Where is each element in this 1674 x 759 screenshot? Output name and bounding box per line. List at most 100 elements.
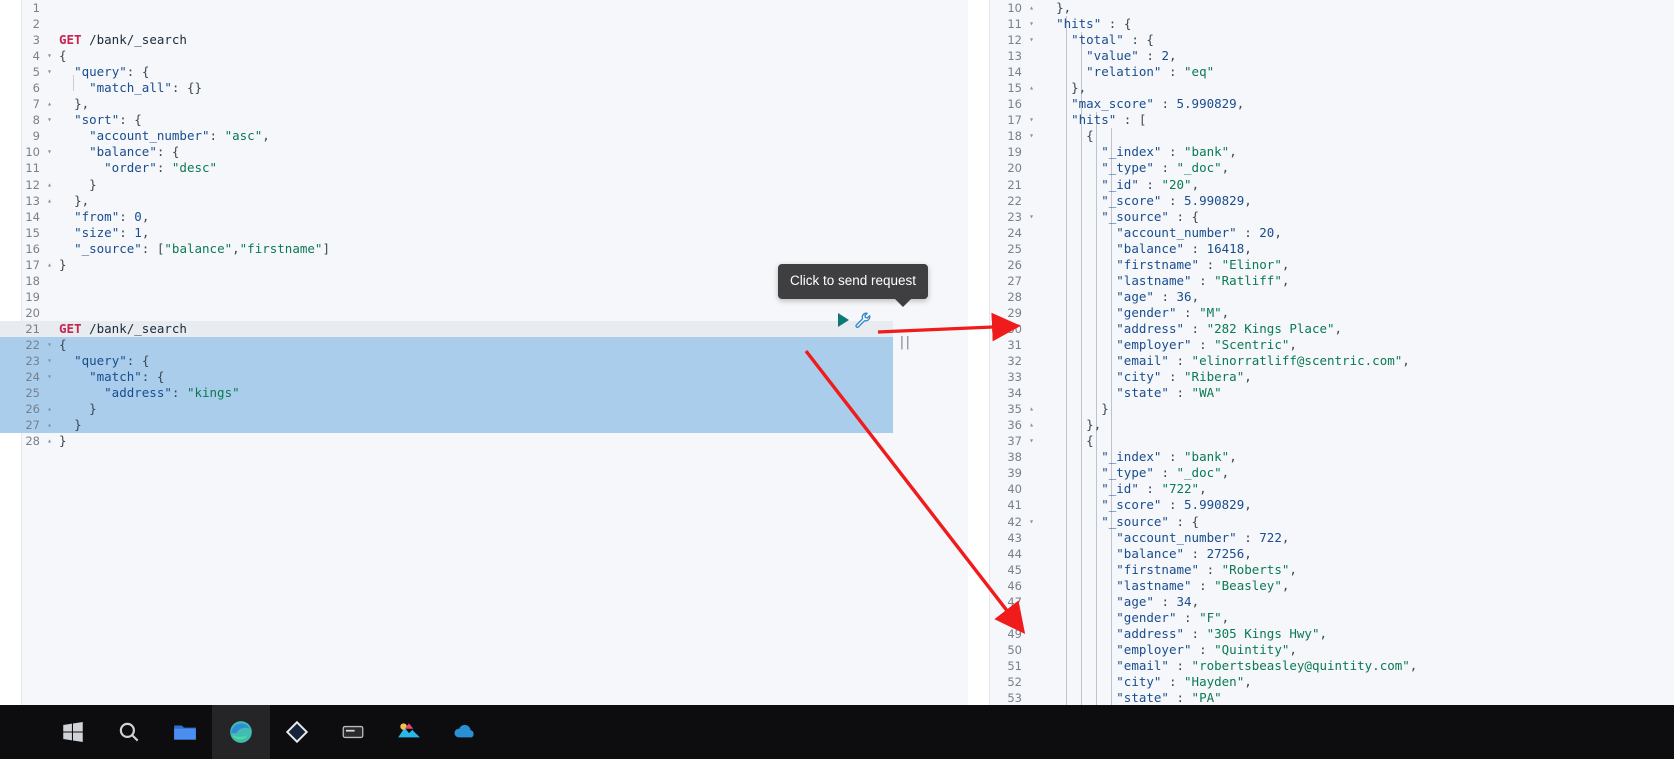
taskbar-file-explorer[interactable]: [170, 717, 200, 747]
code-line[interactable]: 29 "gender" : "M",: [968, 305, 1674, 321]
request-actions[interactable]: [838, 312, 871, 328]
code-line[interactable]: 21 "_id" : "20",: [968, 177, 1674, 193]
code-line[interactable]: 22 "_score" : 5.990829,: [968, 193, 1674, 209]
code-line[interactable]: 46 "lastname" : "Beasley",: [968, 578, 1674, 594]
code-line[interactable]: 34 "state" : "WA": [968, 385, 1674, 401]
code-line[interactable]: 26 "firstname" : "Elinor",: [968, 257, 1674, 273]
fold-toggle-icon[interactable]: ▴: [44, 257, 55, 273]
code-line[interactable]: 25 "address": "kings": [0, 385, 893, 402]
code-line[interactable]: 11 "order": "desc": [0, 160, 893, 176]
code-line[interactable]: 14 "from": 0,: [0, 209, 893, 225]
taskbar-terminal[interactable]: [338, 717, 368, 747]
code-line[interactable]: 13 "value" : 2,: [968, 48, 1674, 64]
code-line[interactable]: 23 ▾ "query": {: [0, 353, 893, 370]
code-line[interactable]: 7 ▴ },: [0, 96, 893, 112]
fold-toggle-icon[interactable]: ▴: [44, 96, 55, 112]
fold-toggle-icon[interactable]: ▴: [44, 177, 55, 193]
code-line[interactable]: 20 "_type" : "_doc",: [968, 160, 1674, 176]
code-line[interactable]: 24 "account_number" : 20,: [968, 225, 1674, 241]
fold-toggle-icon[interactable]: ▾: [44, 48, 55, 64]
code-line[interactable]: 44 "balance" : 27256,: [968, 546, 1674, 562]
code-line[interactable]: 42 ▾ "_source" : {: [968, 514, 1674, 530]
fold-toggle-icon[interactable]: ▾: [44, 112, 55, 128]
code-line[interactable]: 53 "state" : "PA": [968, 690, 1674, 705]
taskbar-cloud[interactable]: [450, 717, 480, 747]
code-line[interactable]: 26 ▴ }: [0, 401, 893, 418]
code-line[interactable]: 10 ▴ },: [968, 0, 1674, 16]
code-line[interactable]: 43 "account_number" : 722,: [968, 530, 1674, 546]
code-line[interactable]: 4 ▾{: [0, 48, 893, 64]
code-line[interactable]: 45 "firstname" : "Roberts",: [968, 562, 1674, 578]
fold-toggle-icon[interactable]: ▾: [1026, 16, 1037, 32]
fold-toggle-icon[interactable]: ▾: [44, 337, 55, 353]
code-line[interactable]: 32 "email" : "elinorratliff@scentric.com…: [968, 353, 1674, 369]
code-line[interactable]: 41 "_score" : 5.990829,: [968, 497, 1674, 513]
code-line[interactable]: 16 "_source": ["balance","firstname"]: [0, 241, 893, 257]
code-line[interactable]: 10 ▾ "balance": {: [0, 144, 893, 160]
code-line[interactable]: 38 "_index" : "bank",: [968, 449, 1674, 465]
fold-toggle-icon[interactable]: ▾: [1026, 32, 1037, 48]
code-line[interactable]: 17 ▾ "hits" : [: [968, 112, 1674, 128]
code-line[interactable]: 35 ▴ }: [968, 401, 1674, 417]
code-line[interactable]: 15 "size": 1,: [0, 225, 893, 241]
os-taskbar[interactable]: [0, 705, 1674, 759]
taskbar-photoshop[interactable]: [394, 717, 424, 747]
fold-toggle-icon[interactable]: ▾: [44, 353, 55, 369]
fold-toggle-icon[interactable]: ▴: [1026, 401, 1037, 417]
fold-toggle-icon[interactable]: ▴: [1026, 0, 1037, 16]
code-line[interactable]: 31 "employer" : "Scentric",: [968, 337, 1674, 353]
code-line[interactable]: 22 ▾{: [0, 336, 893, 354]
code-line[interactable]: 20: [0, 305, 893, 321]
fold-toggle-icon[interactable]: ▾: [1026, 112, 1037, 128]
code-line[interactable]: 14 "relation" : "eq": [968, 64, 1674, 80]
code-line[interactable]: 30 "address" : "282 Kings Place",: [968, 321, 1674, 337]
code-line[interactable]: 49 "address" : "305 Kings Hwy",: [968, 626, 1674, 642]
code-line[interactable]: 28 ▴}: [0, 433, 893, 449]
taskbar-search[interactable]: [114, 717, 144, 747]
fold-toggle-icon[interactable]: ▴: [1026, 80, 1037, 96]
fold-toggle-icon[interactable]: ▾: [44, 369, 55, 385]
fold-toggle-icon[interactable]: ▴: [44, 433, 55, 449]
code-line[interactable]: 8 ▾ "sort": {: [0, 112, 893, 128]
code-line[interactable]: 25 "balance" : 16418,: [968, 241, 1674, 257]
fold-toggle-icon[interactable]: ▴: [1026, 417, 1037, 433]
fold-toggle-icon[interactable]: ▴: [44, 417, 55, 433]
fold-toggle-icon[interactable]: ▾: [1026, 514, 1037, 530]
code-line[interactable]: 39 "_type" : "_doc",: [968, 465, 1674, 481]
code-line[interactable]: 1: [0, 0, 893, 16]
fold-toggle-icon[interactable]: ▾: [1026, 128, 1037, 144]
play-icon[interactable]: [838, 313, 849, 327]
taskbar-vscode[interactable]: [282, 717, 312, 747]
code-line[interactable]: 21 GET /bank/_search: [0, 320, 893, 337]
code-line[interactable]: 11 ▾ "hits" : {: [968, 16, 1674, 32]
response-output-pane[interactable]: 10 ▴ }, 11 ▾ "hits" : {12 ▾ "total" : {13 "v…: [968, 0, 1674, 705]
code-line[interactable]: 19 "_index" : "bank",: [968, 144, 1674, 160]
code-line[interactable]: 50 "employer" : "Quintity",: [968, 642, 1674, 658]
code-line[interactable]: 5 ▾ "query": {: [0, 64, 893, 80]
fold-toggle-icon[interactable]: ▾: [1026, 209, 1037, 225]
code-line[interactable]: 19: [0, 289, 893, 305]
code-line[interactable]: 24 ▾ "match": {: [0, 369, 893, 386]
code-line[interactable]: 37 ▾ {: [968, 433, 1674, 449]
code-line[interactable]: 27 "lastname" : "Ratliff",: [968, 273, 1674, 289]
code-line[interactable]: 12 ▴ }: [0, 177, 893, 193]
fold-toggle-icon[interactable]: ▾: [44, 144, 55, 160]
code-line[interactable]: 51 "email" : "robertsbeasley@quintity.co…: [968, 658, 1674, 674]
code-line[interactable]: 6 "match_all": {}: [0, 80, 893, 96]
fold-toggle-icon[interactable]: ▾: [1026, 433, 1037, 449]
code-line[interactable]: 36 ▴ },: [968, 417, 1674, 433]
code-line[interactable]: 9 "account_number": "asc",: [0, 128, 893, 144]
code-line[interactable]: 47 "age" : 34,: [968, 594, 1674, 610]
code-line[interactable]: 15 ▴ },: [968, 80, 1674, 96]
taskbar-browser-edge[interactable]: [212, 705, 270, 759]
code-line[interactable]: 18: [0, 273, 893, 289]
taskbar-windows-start[interactable]: [58, 717, 88, 747]
code-line[interactable]: 18 ▾ {: [968, 128, 1674, 144]
code-line[interactable]: 40 "_id" : "722",: [968, 481, 1674, 497]
wrench-icon[interactable]: [855, 312, 871, 328]
code-line[interactable]: 3 GET /bank/_search: [0, 32, 893, 48]
code-line[interactable]: 33 "city" : "Ribera",: [968, 369, 1674, 385]
pane-resize-handle[interactable]: ||: [898, 335, 912, 351]
code-line[interactable]: 12 ▾ "total" : {: [968, 32, 1674, 48]
code-line[interactable]: 16 "max_score" : 5.990829,: [968, 96, 1674, 112]
